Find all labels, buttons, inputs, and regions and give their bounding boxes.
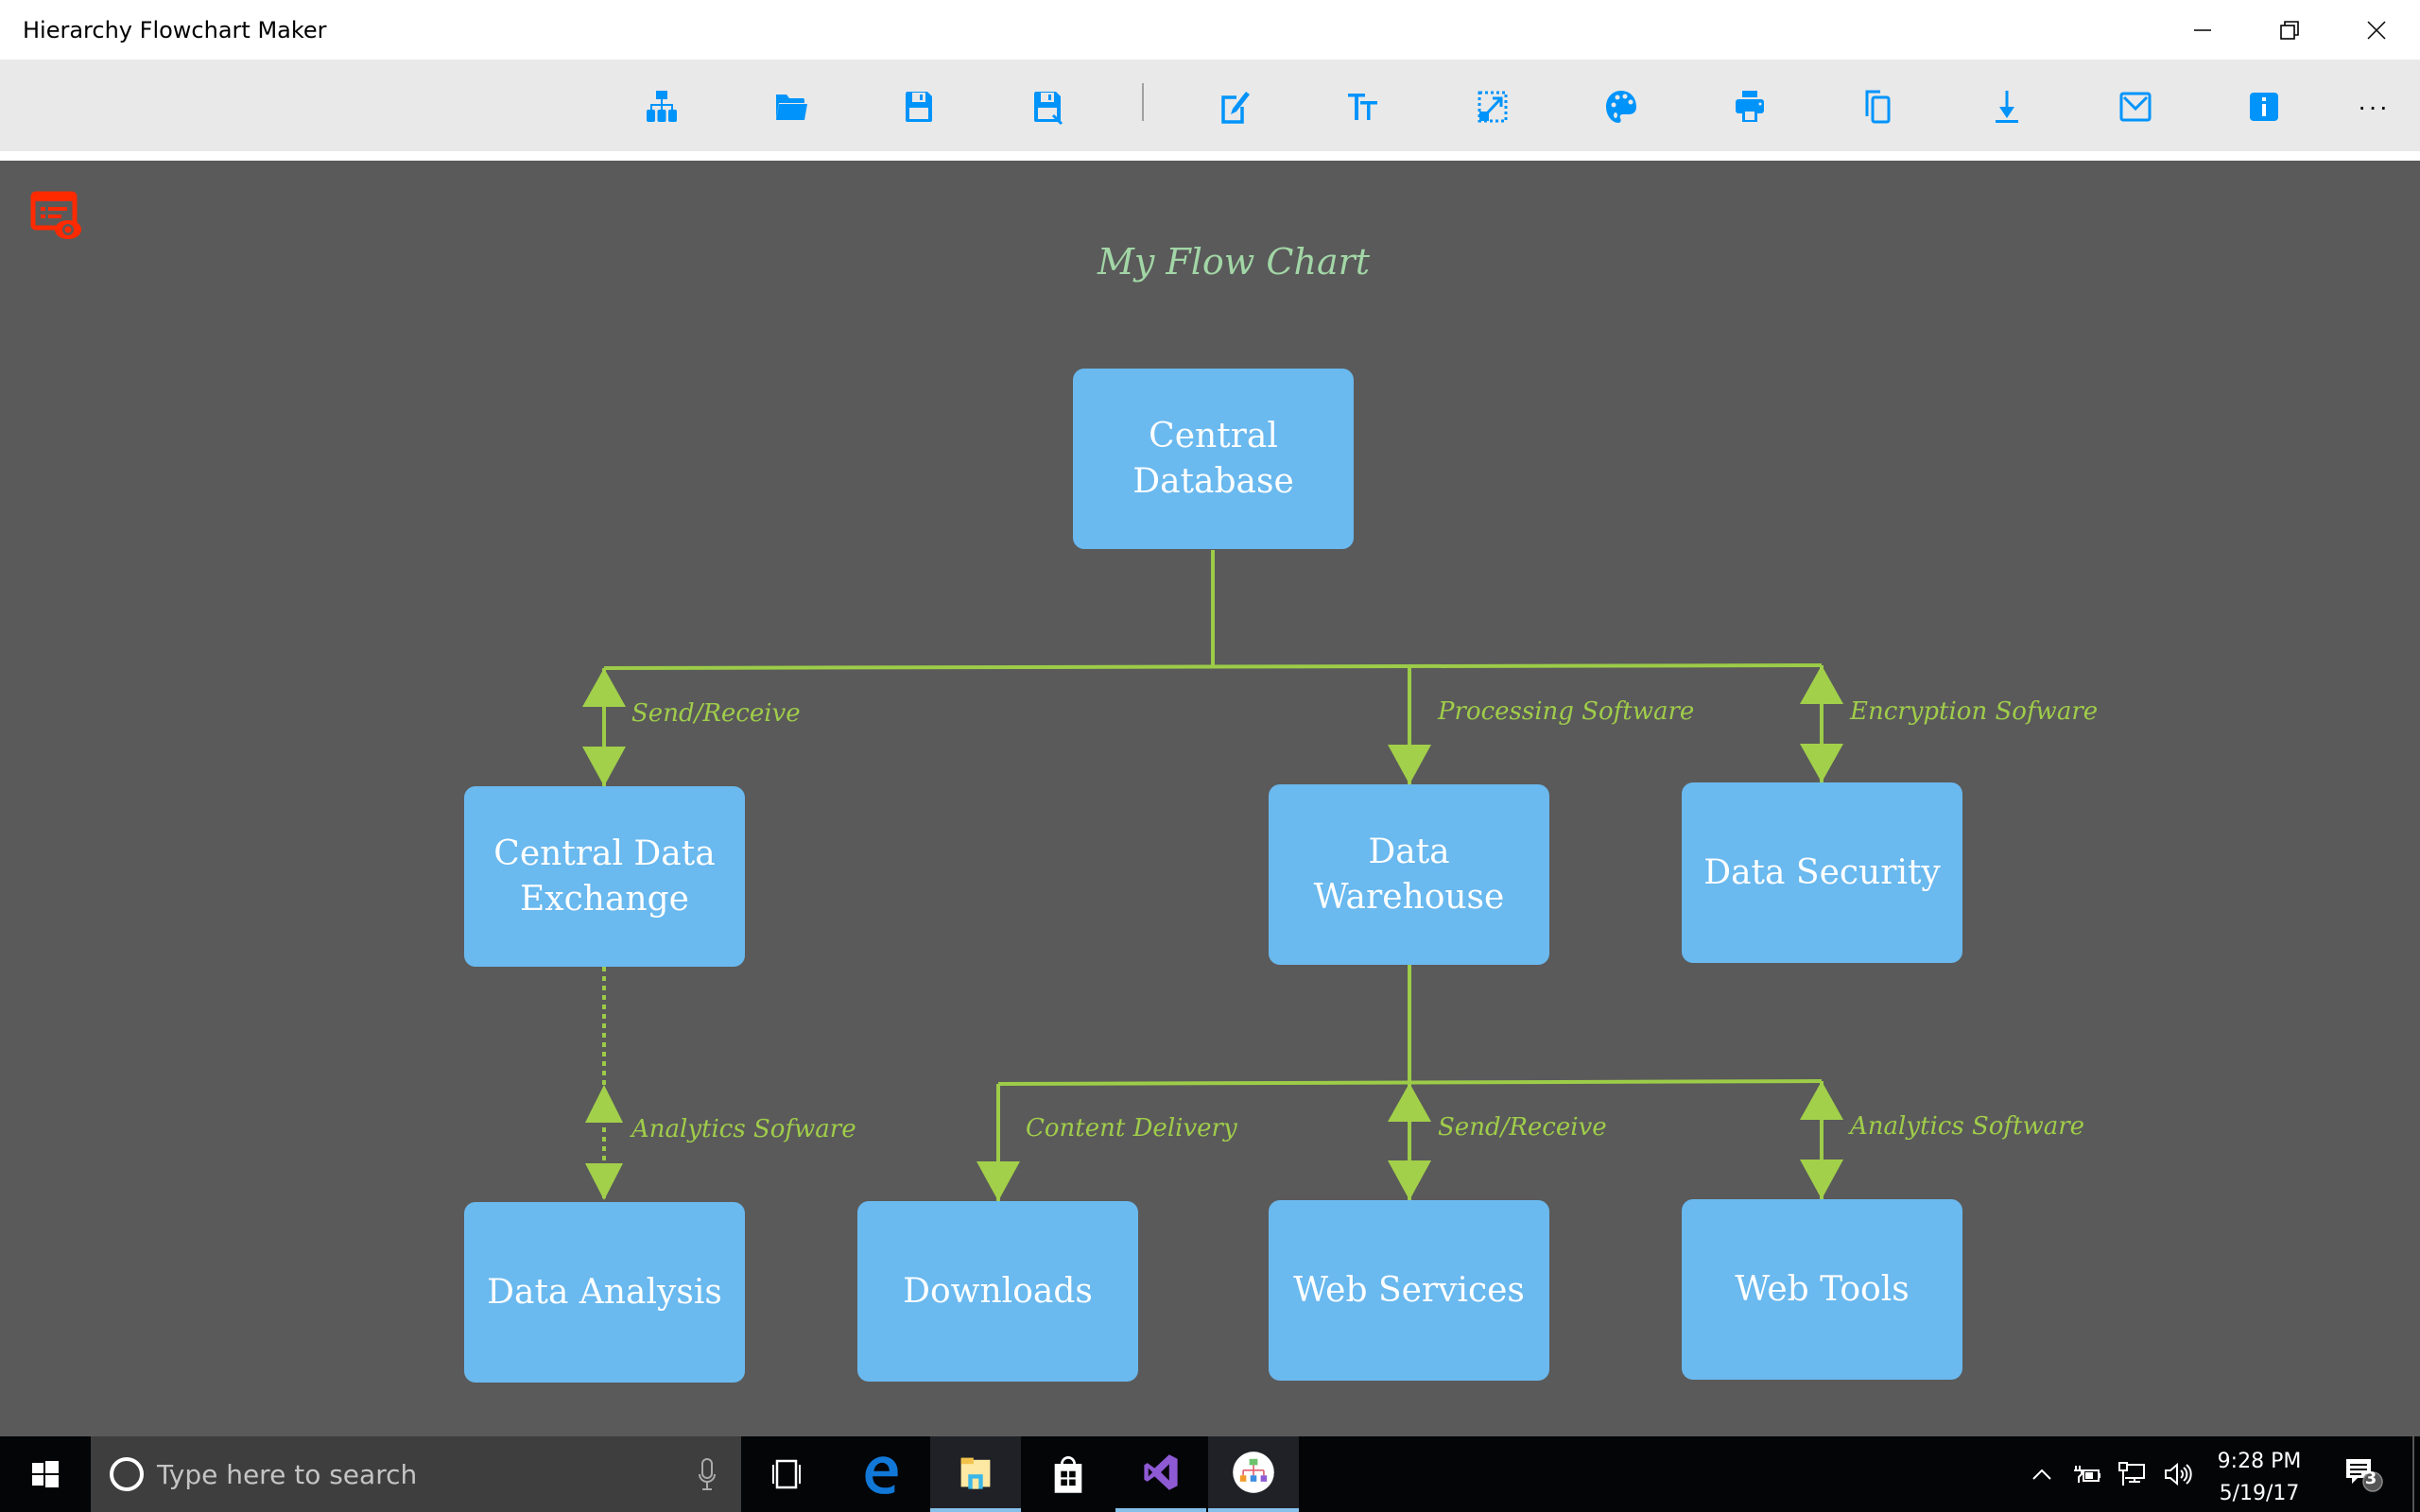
cortana-icon xyxy=(110,1457,144,1491)
flowchart-canvas[interactable] xyxy=(0,161,2420,1436)
download-icon xyxy=(1996,91,2018,123)
edge-label-encryption-software[interactable]: Encryption Sofware xyxy=(1850,697,2098,726)
info-button[interactable] xyxy=(2238,86,2290,128)
toolbar-divider xyxy=(0,151,2420,161)
edge-label-processing-software[interactable]: Processing Software xyxy=(1438,697,1694,726)
preview-button[interactable] xyxy=(30,191,83,244)
node-web-tools[interactable]: Web Tools xyxy=(1682,1199,1962,1380)
taskbar-app-file-explorer[interactable] xyxy=(930,1436,1021,1512)
flowchart-title[interactable]: My Flow Chart xyxy=(0,241,2420,283)
title-bar: Hierarchy Flowchart Maker xyxy=(0,0,2420,60)
node-downloads[interactable]: Downloads xyxy=(857,1201,1138,1382)
volume-button[interactable] xyxy=(2157,1436,2199,1512)
close-button[interactable] xyxy=(2333,0,2420,60)
preview-eye-icon xyxy=(30,191,81,239)
edge-icon xyxy=(865,1456,898,1494)
node-data-analysis[interactable]: Data Analysis xyxy=(464,1202,745,1383)
edge-label-analytics-software-da[interactable]: Analytics Sofware xyxy=(631,1115,856,1143)
open-button[interactable] xyxy=(764,86,817,128)
chevron-up-icon xyxy=(2032,1469,2051,1480)
taskbar-app-edge[interactable] xyxy=(836,1436,926,1512)
print-button[interactable] xyxy=(1723,86,1776,128)
save-as-icon xyxy=(1034,92,1063,126)
download-button[interactable] xyxy=(1980,86,2033,128)
windows-logo-icon xyxy=(32,1461,59,1487)
network-icon xyxy=(2118,1462,2145,1486)
theme-button[interactable] xyxy=(1595,86,1648,128)
app-title: Hierarchy Flowchart Maker xyxy=(23,17,327,43)
file-explorer-icon xyxy=(960,1457,991,1489)
info-icon xyxy=(2250,93,2278,121)
save-as-button[interactable] xyxy=(1021,86,1074,128)
start-button[interactable] xyxy=(0,1436,91,1512)
edge-label-analytics-software-wt[interactable]: Analytics Software xyxy=(1850,1112,2084,1141)
copy-icon xyxy=(1865,90,1891,124)
network-button[interactable] xyxy=(2112,1436,2153,1512)
node-data-security[interactable]: Data Security xyxy=(1682,782,1962,963)
mail-icon xyxy=(2119,92,2152,122)
node-data-warehouse[interactable]: Data Warehouse xyxy=(1269,784,1549,965)
show-desktop-button[interactable] xyxy=(2412,1436,2414,1512)
new-hierarchy-button[interactable] xyxy=(635,86,688,128)
close-icon xyxy=(2367,20,2386,40)
more-button[interactable]: ··· xyxy=(2347,86,2400,128)
search-placeholder: Type here to search xyxy=(157,1458,418,1490)
clock-time: 9:28 PM xyxy=(2217,1450,2302,1473)
edge-label-content-delivery[interactable]: Content Delivery xyxy=(1026,1114,1237,1143)
node-central-database[interactable]: Central Database xyxy=(1073,369,1354,549)
email-button[interactable] xyxy=(2109,86,2162,128)
microphone-icon[interactable] xyxy=(696,1455,718,1493)
edit-button[interactable] xyxy=(1208,86,1261,128)
toolbar-separator xyxy=(1142,83,1144,121)
palette-icon xyxy=(1606,91,1636,123)
save-button[interactable] xyxy=(892,86,945,128)
battery-charging-icon xyxy=(2074,1466,2100,1483)
task-view-button[interactable] xyxy=(741,1436,832,1512)
taskbar-app-flowchart-maker[interactable] xyxy=(1208,1436,1299,1512)
flowchart-maker-app-icon xyxy=(1233,1452,1274,1493)
text-format-button[interactable] xyxy=(1337,86,1390,128)
text-size-icon xyxy=(1348,94,1377,120)
edge-label-send-receive-ws[interactable]: Send/Receive xyxy=(1438,1113,1607,1142)
resize-icon xyxy=(1478,91,1508,123)
resize-button[interactable] xyxy=(1466,86,1519,128)
minimize-icon xyxy=(2194,28,2211,31)
edit-icon xyxy=(1221,92,1250,124)
taskbar: Type here to search 9:28 PM 5/19/17 3 xyxy=(0,1436,2420,1512)
taskbar-app-visual-studio[interactable] xyxy=(1115,1436,1206,1512)
restore-icon xyxy=(2280,20,2299,40)
minimize-button[interactable] xyxy=(2159,0,2246,60)
node-central-data-exchange[interactable]: Central Data Exchange xyxy=(464,786,745,967)
toolbar: ··· xyxy=(0,60,2420,151)
print-icon xyxy=(1736,91,1764,122)
clock-date: 5/19/17 xyxy=(2219,1482,2300,1505)
show-hidden-icons-button[interactable] xyxy=(2023,1436,2061,1512)
taskbar-app-store[interactable] xyxy=(1023,1436,1114,1512)
volume-icon xyxy=(2165,1462,2192,1486)
store-icon xyxy=(1054,1456,1082,1493)
task-view-icon xyxy=(772,1459,801,1489)
node-web-services[interactable]: Web Services xyxy=(1269,1200,1549,1381)
action-center-button[interactable]: 3 xyxy=(2335,1436,2392,1512)
restore-button[interactable] xyxy=(2246,0,2333,60)
folder-open-icon xyxy=(776,94,807,120)
clock[interactable]: 9:28 PM 5/19/17 xyxy=(2203,1446,2316,1510)
search-box[interactable]: Type here to search xyxy=(91,1436,741,1512)
copy-button[interactable] xyxy=(1852,86,1905,128)
notification-count-badge: 3 xyxy=(2364,1469,2377,1488)
visual-studio-icon xyxy=(1144,1454,1178,1490)
save-icon xyxy=(906,92,932,122)
battery-button[interactable] xyxy=(2066,1436,2108,1512)
hierarchy-icon xyxy=(647,91,677,122)
edge-label-send-receive-cde[interactable]: Send/Receive xyxy=(631,699,801,728)
